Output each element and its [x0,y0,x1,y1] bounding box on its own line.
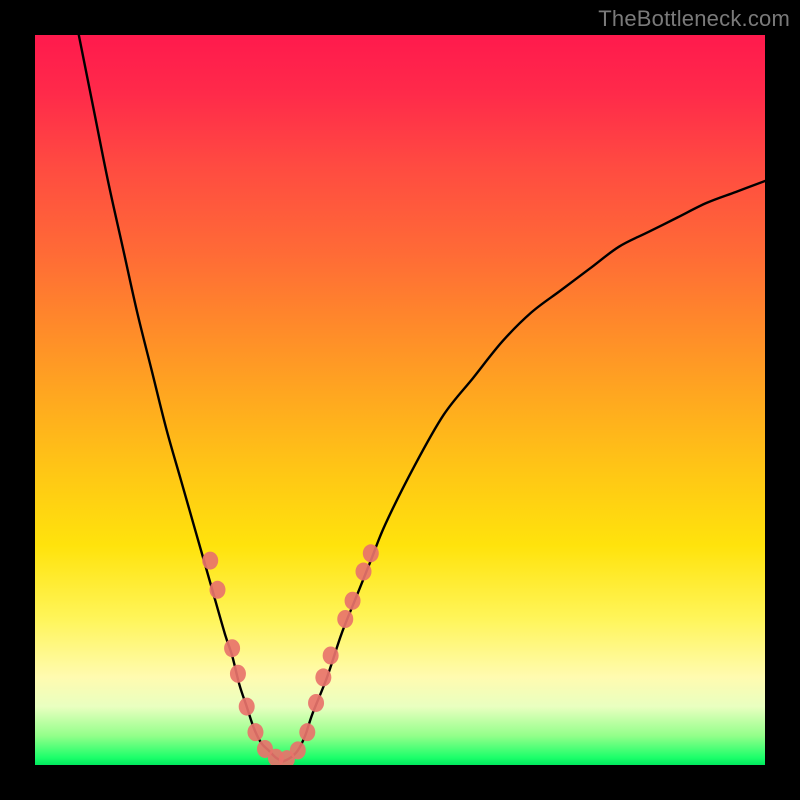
marker-point [239,698,255,716]
watermark-text: TheBottleneck.com [598,6,790,32]
chart-frame: TheBottleneck.com [0,0,800,800]
curve-right-branch [283,181,765,761]
marker-point [363,544,379,562]
marker-point [345,592,361,610]
marker-point [299,723,315,741]
data-markers [202,544,379,765]
marker-point [230,665,246,683]
marker-point [247,723,263,741]
marker-point [356,563,372,581]
marker-point [308,694,324,712]
marker-point [323,647,339,665]
curve-left-branch [79,35,283,761]
marker-point [315,668,331,686]
plot-area [35,35,765,765]
marker-point [290,741,306,759]
marker-point [210,581,226,599]
plot-svg [35,35,765,765]
marker-point [224,639,240,657]
marker-point [202,552,218,570]
marker-point [337,610,353,628]
